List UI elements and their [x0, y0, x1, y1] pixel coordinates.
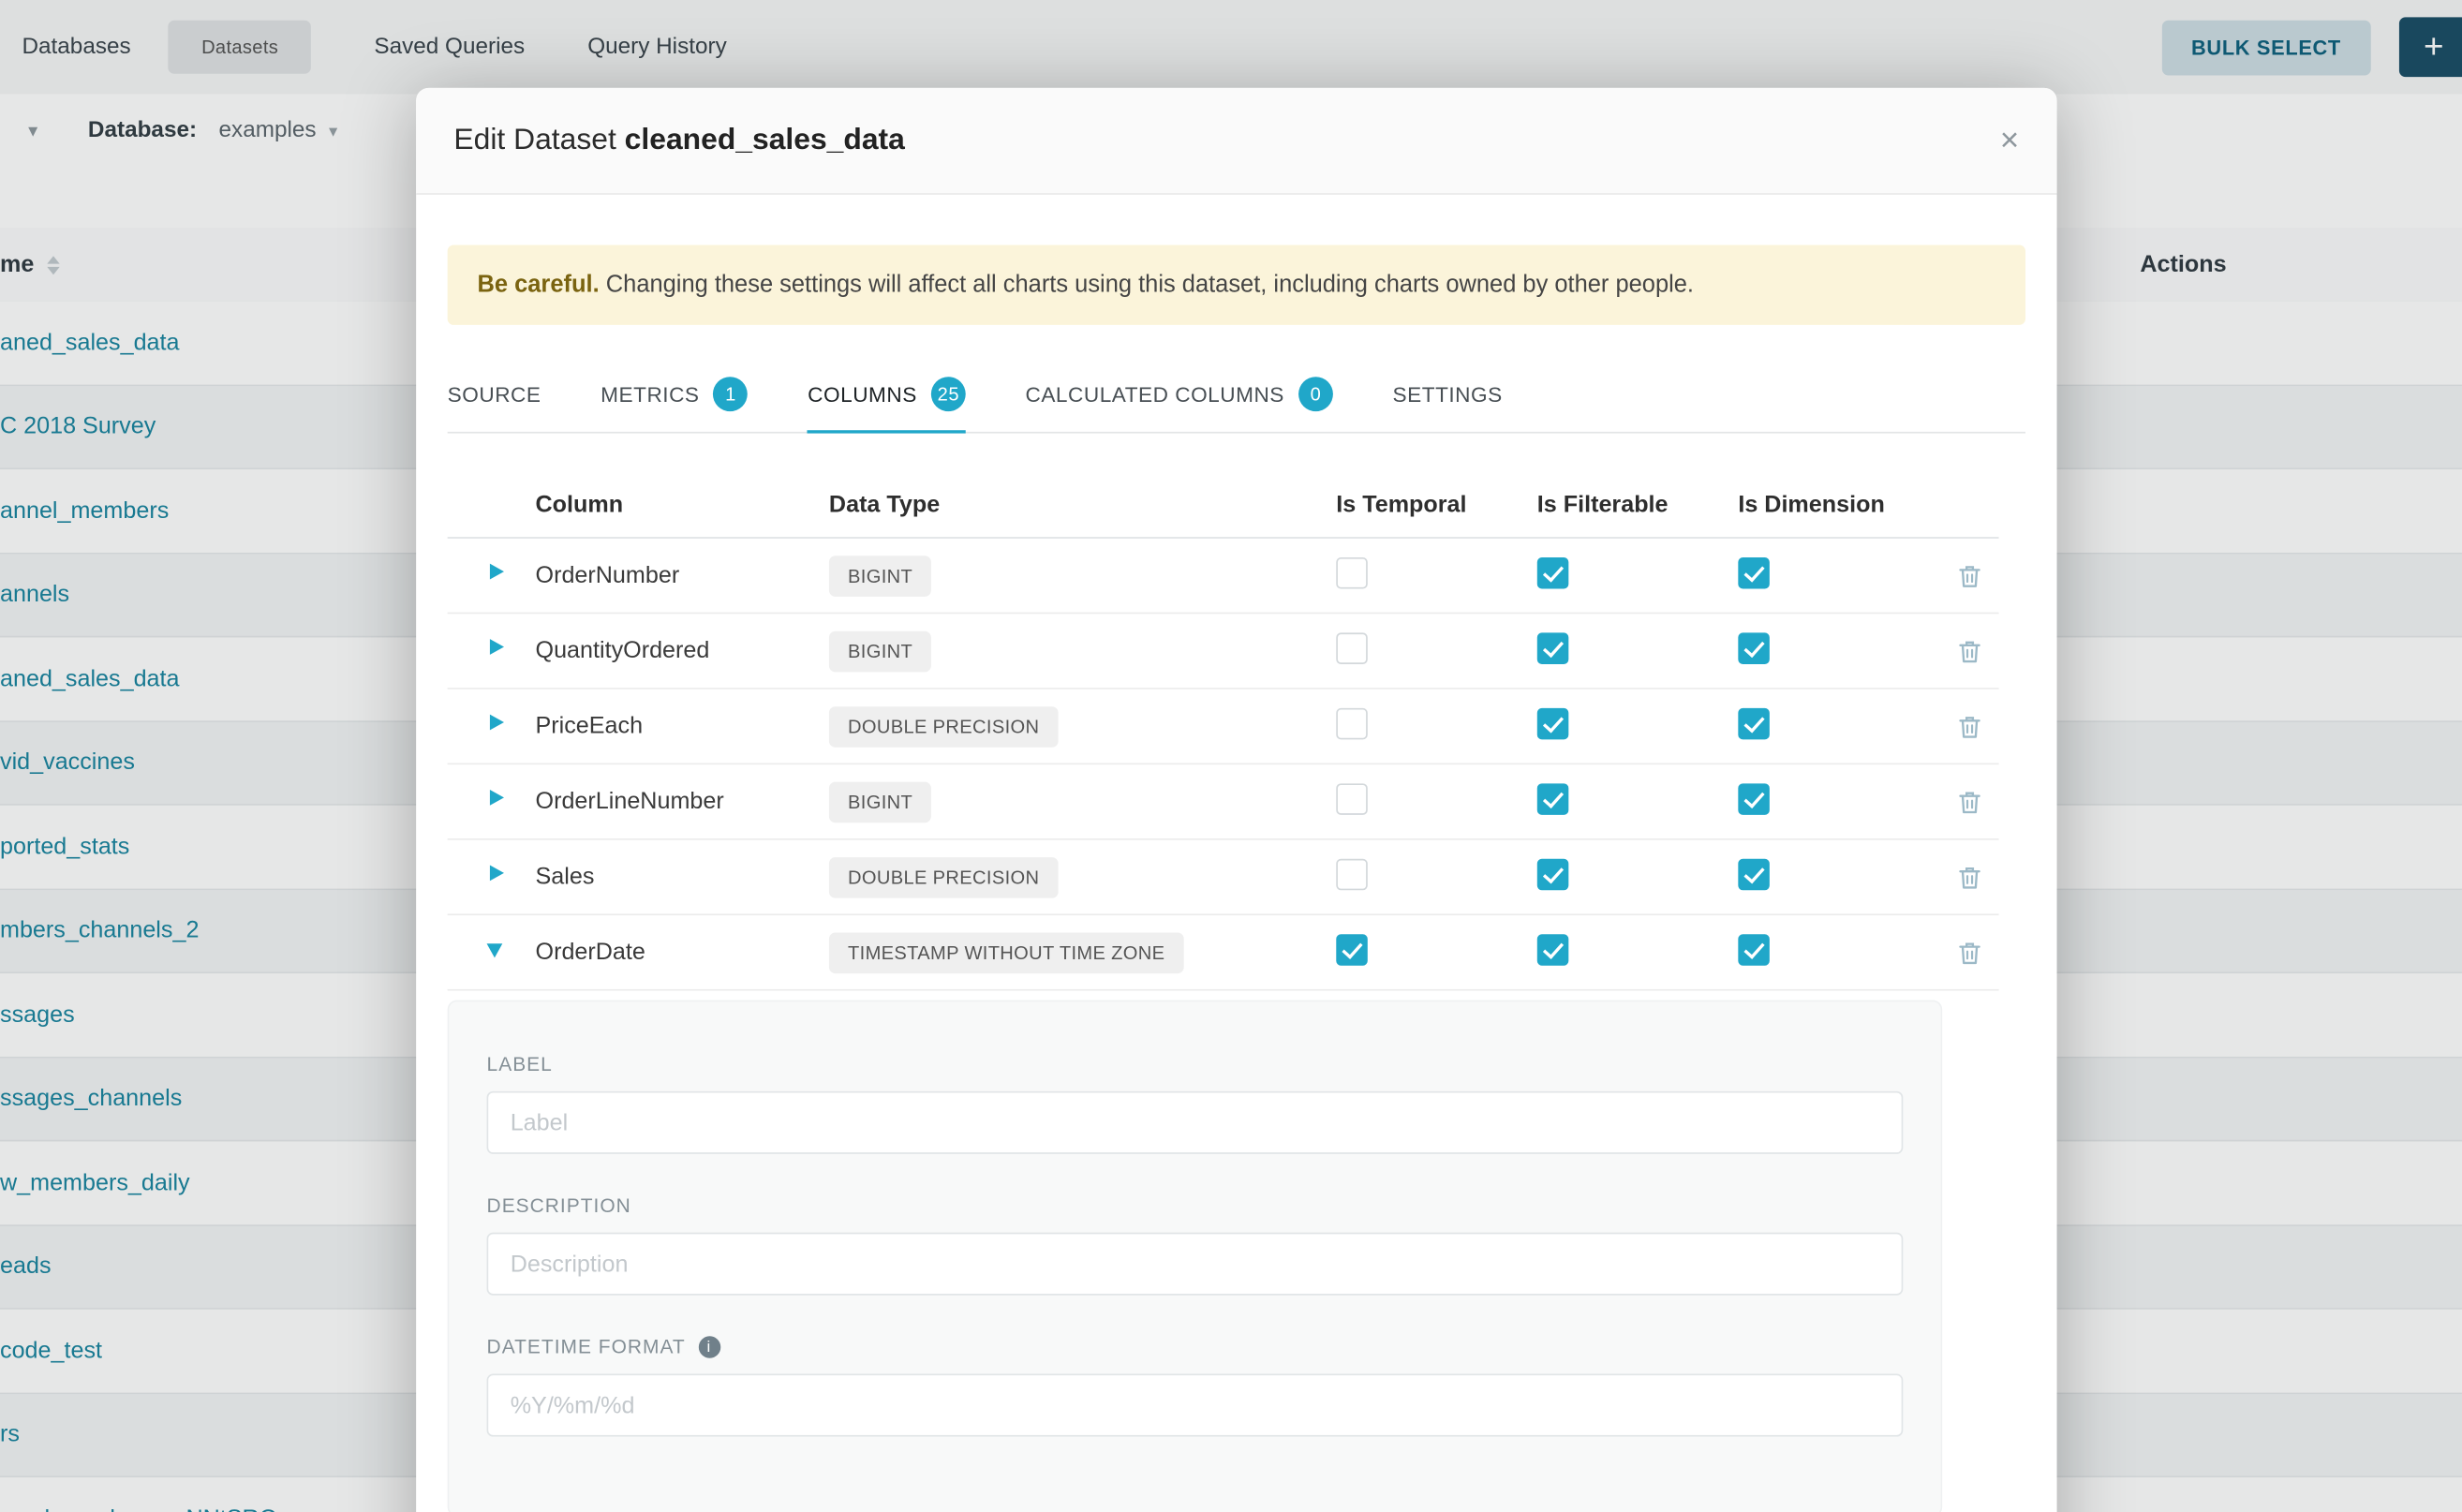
description-field-label: DESCRIPTION — [487, 1194, 1904, 1216]
is-dimension-checkbox[interactable] — [1738, 707, 1770, 739]
datetime-format-field-group: DATETIME FORMAT i — [487, 1336, 1904, 1436]
delete-column-button[interactable] — [1939, 865, 1999, 890]
is-filterable-checkbox[interactable] — [1537, 632, 1569, 664]
is-temporal-checkbox[interactable] — [1336, 707, 1368, 739]
column-row: QuantityOrdered BIGINT — [448, 614, 1999, 689]
delete-column-button[interactable] — [1939, 940, 1999, 965]
column-name: Sales — [536, 864, 829, 890]
datetime-format-label-text: DATETIME FORMAT — [487, 1336, 686, 1357]
delete-column-button[interactable] — [1939, 563, 1999, 588]
tab-source[interactable]: SOURCE — [448, 377, 541, 432]
tab-label: SOURCE — [448, 382, 541, 406]
header-is-filterable: Is Filterable — [1537, 491, 1739, 517]
is-filterable-checkbox[interactable] — [1537, 782, 1569, 814]
label-field-label: LABEL — [487, 1054, 1904, 1075]
modal-title: Edit Dataset cleaned_sales_data — [453, 124, 905, 158]
data-type-badge: BIGINT — [829, 781, 931, 823]
data-type-badge: DOUBLE PRECISION — [829, 705, 1059, 747]
tab-metrics[interactable]: METRICS 1 — [601, 377, 748, 432]
column-row: OrderLineNumber BIGINT — [448, 764, 1999, 839]
tab-count-badge: 1 — [714, 377, 749, 411]
column-name: QuantityOrdered — [536, 637, 829, 663]
data-type-badge: DOUBLE PRECISION — [829, 856, 1059, 897]
info-icon[interactable]: i — [698, 1336, 719, 1357]
warning-banner-bold: Be careful. — [478, 272, 600, 298]
column-name: OrderDate — [536, 939, 829, 965]
is-dimension-checkbox[interactable] — [1738, 858, 1770, 890]
modal-title-dataset-name: cleaned_sales_data — [625, 124, 905, 156]
column-name: OrderLineNumber — [536, 788, 829, 814]
column-row: Sales DOUBLE PRECISION — [448, 840, 1999, 915]
is-filterable-checkbox[interactable] — [1537, 933, 1569, 965]
header-column: Column — [536, 491, 829, 517]
delete-column-button[interactable] — [1939, 789, 1999, 814]
screen: Databases Datasets Saved Queries Query H… — [0, 0, 2462, 1512]
modal-header: Edit Dataset cleaned_sales_data × — [416, 88, 2056, 195]
is-temporal-checkbox[interactable] — [1336, 632, 1368, 664]
edit-dataset-modal: Edit Dataset cleaned_sales_data × Be car… — [416, 88, 2056, 1512]
is-temporal-checkbox[interactable] — [1336, 858, 1368, 890]
is-temporal-checkbox[interactable] — [1336, 933, 1368, 965]
modal-tabs: SOURCE METRICS 1 COLUMNS 25 CALCULATED C… — [448, 377, 2025, 433]
modal-body: Be careful. Changing these settings will… — [416, 245, 2056, 1512]
warning-banner: Be careful. Changing these settings will… — [448, 245, 2025, 324]
tab-label: CALCULATED COLUMNS — [1025, 382, 1283, 406]
expand-caret-icon[interactable] — [487, 712, 506, 734]
tab-settings[interactable]: SETTINGS — [1393, 377, 1503, 432]
datetime-format-input[interactable] — [487, 1374, 1904, 1437]
header-is-temporal: Is Temporal — [1336, 491, 1537, 517]
tab-calculated-columns[interactable]: CALCULATED COLUMNS 0 — [1025, 377, 1332, 432]
modal-title-prefix: Edit Dataset — [453, 124, 616, 156]
is-dimension-checkbox[interactable] — [1738, 933, 1770, 965]
tab-label: METRICS — [601, 382, 699, 406]
is-dimension-checkbox[interactable] — [1738, 782, 1770, 814]
expand-caret-icon[interactable] — [487, 561, 506, 583]
column-detail-panel: LABEL DESCRIPTION DATETIME FORMAT i — [448, 1001, 1943, 1512]
label-input[interactable] — [487, 1091, 1904, 1154]
warning-banner-text: Changing these settings will affect all … — [606, 272, 1694, 298]
tab-label: SETTINGS — [1393, 382, 1503, 406]
header-data-type: Data Type — [829, 491, 1336, 517]
data-type-badge: BIGINT — [829, 555, 931, 596]
tab-count-badge: 25 — [931, 377, 966, 411]
delete-column-button[interactable] — [1939, 714, 1999, 739]
label-field-group: LABEL — [487, 1054, 1904, 1154]
expand-caret-icon[interactable] — [487, 863, 506, 884]
column-row: OrderNumber BIGINT — [448, 539, 1999, 614]
tab-columns[interactable]: COLUMNS 25 — [808, 377, 966, 432]
is-filterable-checkbox[interactable] — [1537, 556, 1569, 588]
columns-table: Column Data Type Is Temporal Is Filterab… — [448, 471, 1999, 991]
is-dimension-checkbox[interactable] — [1738, 556, 1770, 588]
description-field-group: DESCRIPTION — [487, 1194, 1904, 1295]
collapse-caret-icon[interactable] — [487, 938, 506, 959]
tab-count-badge: 0 — [1298, 377, 1333, 411]
is-temporal-checkbox[interactable] — [1336, 556, 1368, 588]
is-filterable-checkbox[interactable] — [1537, 707, 1569, 739]
delete-column-button[interactable] — [1939, 638, 1999, 663]
datetime-format-field-label: DATETIME FORMAT i — [487, 1336, 1904, 1357]
is-filterable-checkbox[interactable] — [1537, 858, 1569, 890]
data-type-badge: BIGINT — [829, 630, 931, 672]
description-input[interactable] — [487, 1233, 1904, 1296]
columns-table-header: Column Data Type Is Temporal Is Filterab… — [448, 471, 1999, 539]
is-temporal-checkbox[interactable] — [1336, 782, 1368, 814]
column-row: OrderDate TIMESTAMP WITHOUT TIME ZONE — [448, 915, 1999, 990]
expand-caret-icon[interactable] — [487, 788, 506, 809]
close-icon[interactable]: × — [2000, 124, 2020, 156]
header-is-dimension: Is Dimension — [1738, 491, 1939, 517]
data-type-badge: TIMESTAMP WITHOUT TIME ZONE — [829, 932, 1184, 973]
is-dimension-checkbox[interactable] — [1738, 632, 1770, 664]
tab-label: COLUMNS — [808, 382, 917, 406]
column-name: OrderNumber — [536, 562, 829, 588]
column-row: PriceEach DOUBLE PRECISION — [448, 689, 1999, 764]
column-name: PriceEach — [536, 713, 829, 739]
expand-caret-icon[interactable] — [487, 637, 506, 659]
